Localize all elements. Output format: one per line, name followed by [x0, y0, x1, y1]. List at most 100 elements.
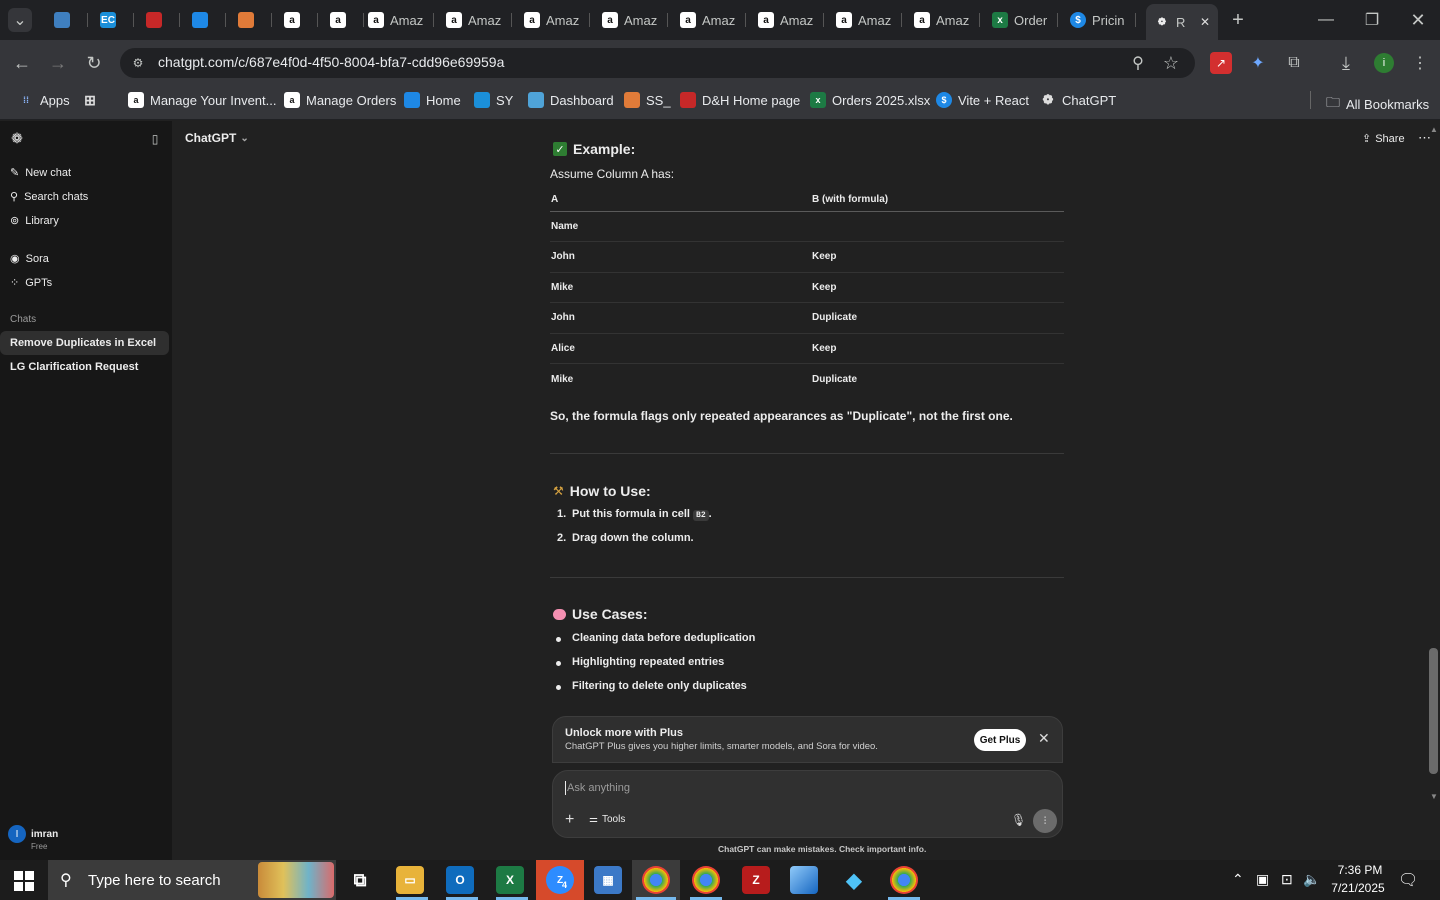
clock-time[interactable]: 7:36 PM: [1334, 863, 1386, 877]
volume-icon[interactable]: 🔈: [1303, 871, 1320, 888]
bookmark-item[interactable]: a Manage Your Invent...: [128, 92, 276, 108]
calculator-icon[interactable]: ▦: [594, 866, 622, 894]
sidebar-item-search-chats[interactable]: ⚲ Search chats: [10, 190, 88, 204]
zoom-icon[interactable]: ⚲: [1128, 53, 1148, 73]
extensions-puzzle-icon[interactable]: ⧉: [1284, 53, 1304, 73]
chrome-profile-icon[interactable]: [692, 866, 720, 894]
get-plus-button[interactable]: Get Plus: [974, 729, 1026, 751]
chrome-icon: [642, 866, 670, 894]
browser-tab[interactable]: a: [276, 6, 316, 34]
browser-tab[interactable]: ❁ R ✕: [1146, 4, 1218, 40]
file-explorer-icon[interactable]: ▭: [396, 866, 424, 894]
banner-subtitle: ChatGPT Plus gives you higher limits, sm…: [565, 741, 878, 752]
ec-icon: [474, 92, 490, 108]
sidebar-toggle-icon[interactable]: ▯: [146, 130, 164, 148]
minimize-icon[interactable]: —: [1314, 8, 1338, 32]
restore-icon[interactable]: ❐: [1360, 8, 1384, 32]
window-close-icon[interactable]: ✕: [1406, 8, 1430, 32]
task-view-icon[interactable]: ⧉: [346, 866, 374, 894]
voice-mode-icon[interactable]: ⫶: [1033, 809, 1057, 833]
plus-attach-icon[interactable]: +: [565, 811, 574, 829]
reload-icon[interactable]: ↻: [82, 51, 106, 75]
zoom-app-tile[interactable]: Z 4: [536, 860, 584, 900]
browser-tab[interactable]: a: [322, 6, 362, 34]
clock-date[interactable]: 7/21/2025: [1328, 881, 1388, 895]
browser-menu-icon[interactable]: ⋮: [1410, 53, 1430, 73]
windows-start-icon[interactable]: [14, 871, 34, 891]
sidebar-item-library[interactable]: ⊚ Library: [10, 214, 59, 228]
all-bookmarks[interactable]: 🗀 All Bookmarks: [1326, 92, 1429, 116]
openai-logo-icon[interactable]: ❁: [8, 129, 26, 147]
sidebar-item-gpts[interactable]: ⁘ GPTs: [10, 276, 52, 290]
browser-tab[interactable]: x Order: [984, 6, 1056, 34]
browser-tab[interactable]: [184, 6, 224, 34]
bookmark-item[interactable]: SS_: [624, 92, 671, 108]
browser-tab[interactable]: a Amaz: [750, 6, 822, 34]
browser-tab[interactable]: a Amaz: [828, 6, 900, 34]
bookmark-star-icon[interactable]: ☆: [1161, 53, 1181, 73]
excel-icon[interactable]: X: [496, 866, 524, 894]
sidebar-item-new-chat[interactable]: ✎ New chat: [10, 166, 71, 180]
model-selector[interactable]: ChatGPT ⌄: [185, 131, 249, 145]
site-settings-icon[interactable]: ⚙: [128, 53, 148, 73]
browser-tab[interactable]: a Amaz: [594, 6, 666, 34]
profile-avatar-icon[interactable]: i: [1374, 53, 1394, 73]
tray-chevron-icon[interactable]: ⌃: [1232, 871, 1244, 888]
filezilla-icon[interactable]: Z: [742, 866, 770, 894]
chat-item-remove-duplicates[interactable]: Remove Duplicates in Excel: [0, 331, 169, 355]
user-name[interactable]: imran: [31, 829, 58, 840]
close-icon[interactable]: ✕: [1038, 730, 1050, 747]
notification-icon[interactable]: 🗨: [1398, 870, 1418, 890]
browser-tab[interactable]: [138, 6, 178, 34]
extension-icon[interactable]: ✦: [1248, 53, 1268, 73]
pdf-extension-icon[interactable]: ↗: [1210, 52, 1232, 74]
browser-tab[interactable]: [230, 6, 270, 34]
chat-item-lg-clarification[interactable]: LG Clarification Request: [0, 355, 169, 379]
bookmark-item[interactable]: ⊞: [82, 92, 104, 108]
user-avatar[interactable]: I: [8, 825, 26, 843]
sidebar-item-sora[interactable]: ◉ Sora: [10, 252, 49, 266]
scrollbar-thumb[interactable]: [1429, 648, 1438, 774]
browser-tab[interactable]: $ Pricin: [1062, 6, 1134, 34]
download-icon[interactable]: ⤓: [1336, 53, 1356, 73]
forward-icon[interactable]: →: [46, 51, 70, 75]
tab-separator: [133, 13, 134, 27]
bookmark-item[interactable]: a Manage Orders: [284, 92, 396, 108]
bookmark-item[interactable]: x Orders 2025.xlsx: [810, 92, 930, 108]
bookmark-item[interactable]: ❁ ChatGPT: [1040, 92, 1117, 108]
chrome-user-icon[interactable]: [890, 866, 918, 894]
bookmark-item[interactable]: SY: [474, 92, 513, 108]
browser-tab[interactable]: a Amaz: [516, 6, 588, 34]
back-icon[interactable]: ←: [10, 51, 34, 75]
tray-device-icon[interactable]: ▣: [1256, 871, 1269, 888]
bookmark-item[interactable]: D&H Home page: [680, 92, 800, 108]
list-item: Filtering to delete only duplicates: [572, 680, 747, 692]
network-icon[interactable]: ⊡: [1281, 871, 1293, 888]
browser-tab[interactable]: EC: [92, 6, 132, 34]
taskbar-search[interactable]: ⚲ Type here to search: [48, 860, 336, 900]
new-tab-plus-icon[interactable]: +: [1226, 8, 1250, 32]
scroll-down-arrow-icon[interactable]: ▼: [1430, 792, 1438, 801]
bookmark-item[interactable]: Home: [404, 92, 461, 108]
bookmark-item[interactable]: Dashboard: [528, 92, 614, 108]
share-button[interactable]: ⇪ Share: [1362, 132, 1405, 146]
outlook-icon[interactable]: O: [446, 866, 474, 894]
microphone-icon[interactable]: 🎙: [1011, 813, 1026, 827]
browser-tab[interactable]: a Amaz: [672, 6, 744, 34]
url-text[interactable]: chatgpt.com/c/687e4f0d-4f50-8004-bfa7-cd…: [158, 54, 504, 70]
browser-tab[interactable]: a Amaz: [438, 6, 510, 34]
cursor-app-icon[interactable]: ◆: [840, 866, 868, 894]
browser-tab[interactable]: a Amaz: [906, 6, 978, 34]
bookmark-item[interactable]: ⁞⁞ Apps: [18, 92, 70, 108]
prompt-input[interactable]: Ask anything: [567, 782, 630, 794]
tools-button[interactable]: ⚌ Tools: [589, 814, 625, 825]
scroll-up-arrow-icon[interactable]: ▲: [1430, 125, 1438, 134]
browser-tab[interactable]: [46, 6, 86, 34]
app-icon[interactable]: [790, 866, 818, 894]
tab-search-chevron-icon[interactable]: ⌄: [8, 8, 32, 32]
browser-tab[interactable]: a Amaz: [360, 6, 432, 34]
amazon-icon: a: [524, 12, 540, 28]
bookmark-item[interactable]: $ Vite + React: [936, 92, 1029, 108]
tab-separator: [979, 13, 980, 27]
tab-close-icon[interactable]: ✕: [1200, 15, 1210, 29]
